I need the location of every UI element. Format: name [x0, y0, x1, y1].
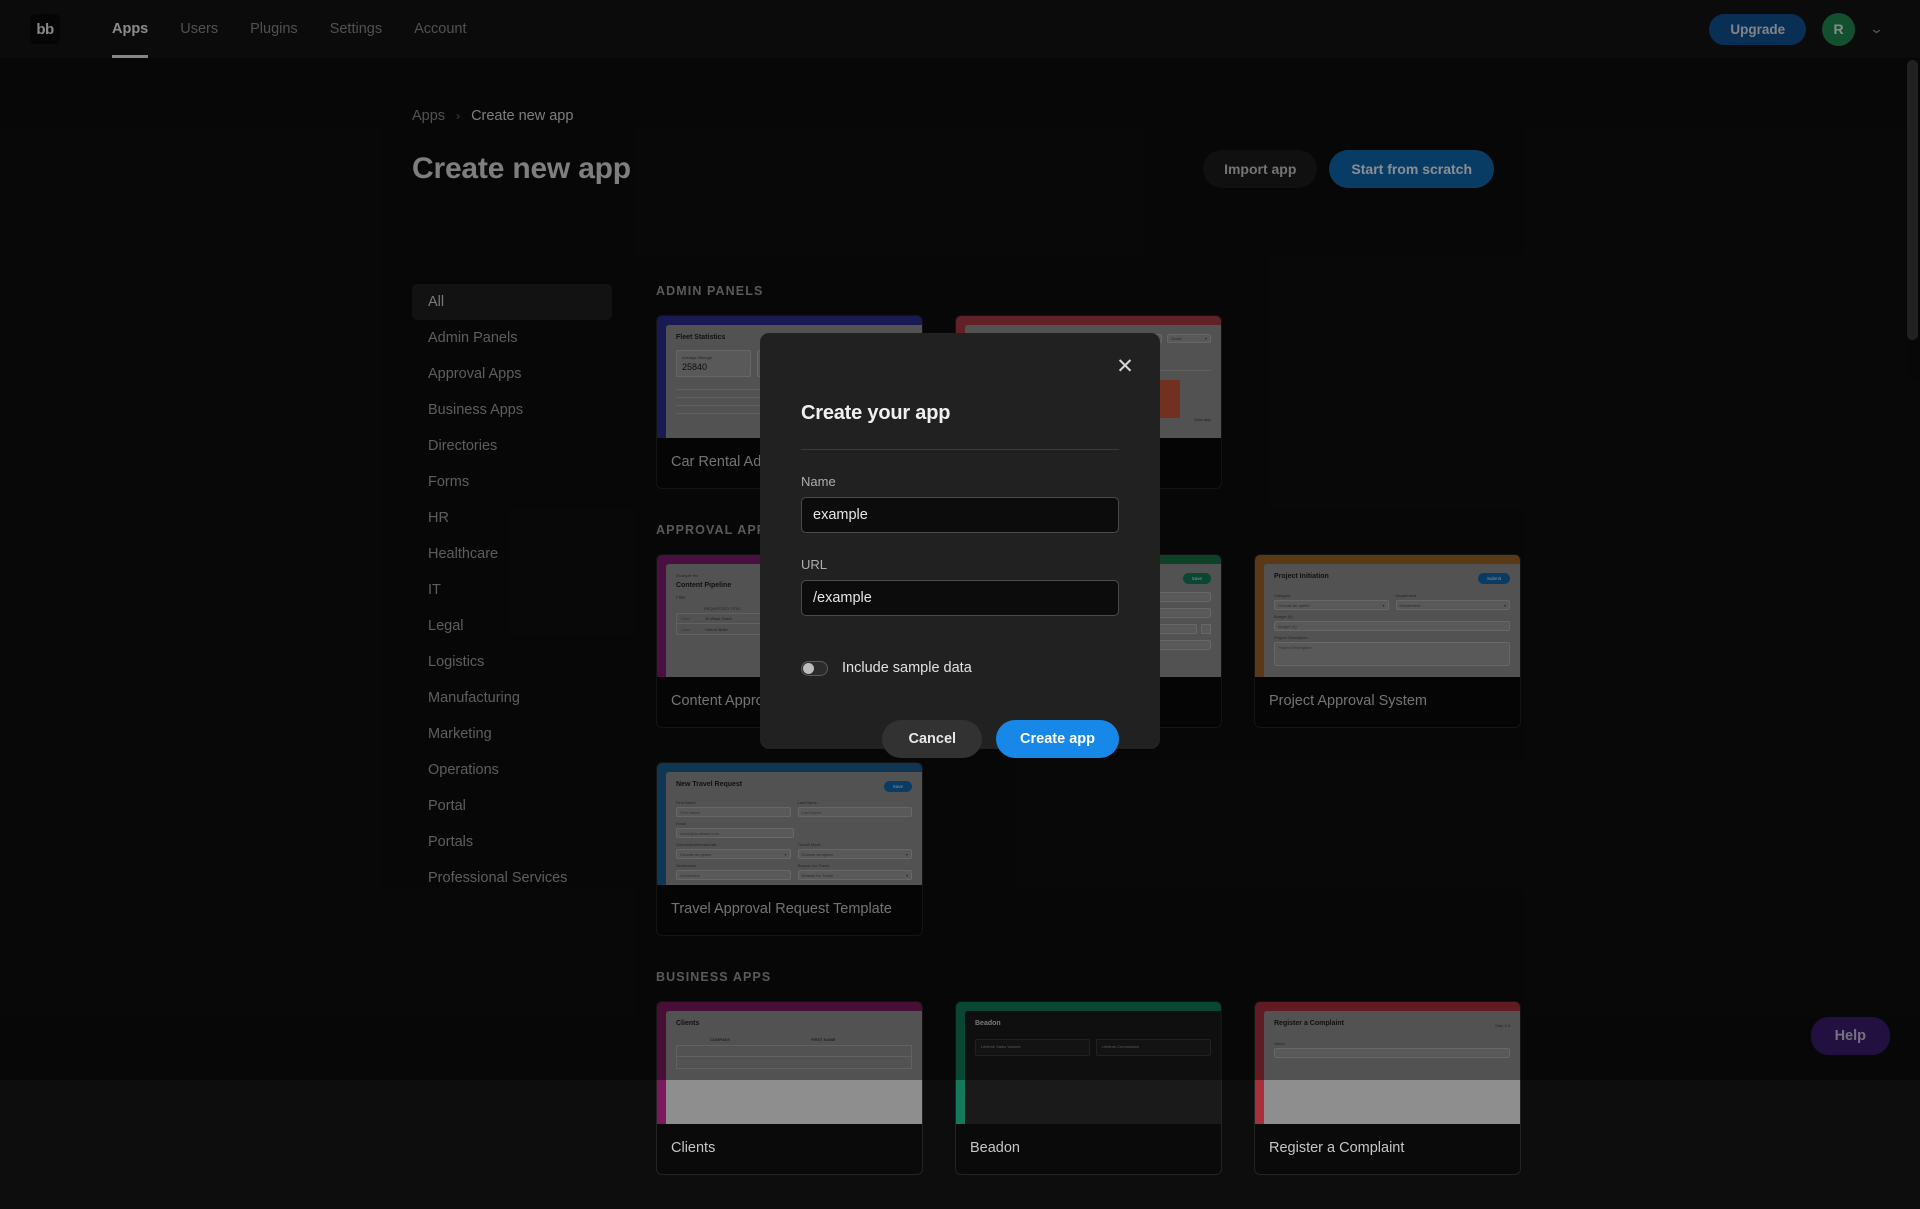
include-sample-data-row: Include sample data: [801, 660, 1119, 676]
modal-title: Create your app: [801, 333, 1119, 425]
url-input[interactable]: [801, 580, 1119, 616]
name-input[interactable]: [801, 497, 1119, 533]
url-field-label: URL: [801, 557, 1119, 572]
card-title: Clients: [657, 1124, 922, 1174]
create-app-modal: ✕ Create your app Name URL Include sampl…: [760, 333, 1160, 749]
card-title: Beadon: [956, 1124, 1221, 1174]
create-app-button[interactable]: Create app: [996, 720, 1119, 758]
include-sample-data-toggle[interactable]: [801, 661, 828, 676]
card-title: Register a Complaint: [1255, 1124, 1520, 1174]
include-sample-data-label: Include sample data: [842, 660, 972, 676]
modal-actions: Cancel Create app: [801, 720, 1119, 758]
modal-divider: [801, 449, 1119, 450]
close-icon[interactable]: ✕: [1110, 351, 1140, 381]
cancel-button[interactable]: Cancel: [882, 720, 982, 758]
modal-overlay[interactable]: ✕ Create your app Name URL Include sampl…: [0, 0, 1920, 1080]
name-field-label: Name: [801, 474, 1119, 489]
